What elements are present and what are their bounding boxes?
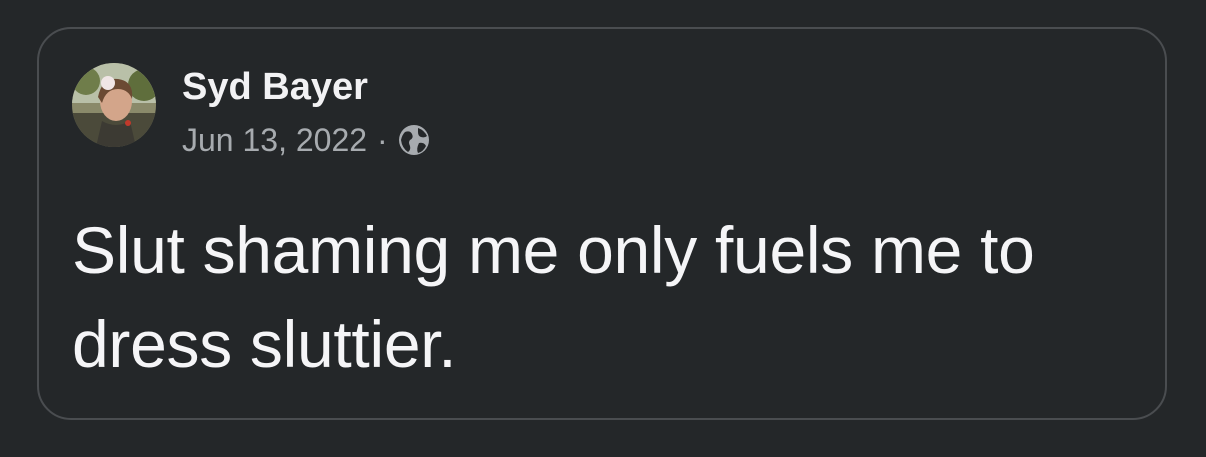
post-meta: Syd Bayer Jun 13, 2022 · — [182, 63, 432, 158]
author-name[interactable]: Syd Bayer — [182, 65, 432, 109]
globe-icon[interactable] — [396, 122, 432, 158]
separator-dot: · — [377, 122, 388, 158]
post-card: Syd Bayer Jun 13, 2022 · Slut shaming me… — [37, 27, 1167, 420]
post-header: Syd Bayer Jun 13, 2022 · — [72, 63, 432, 158]
post-body-text: Slut shaming me only fuels me to dress s… — [72, 213, 1035, 381]
post-subline: Jun 13, 2022 · — [182, 122, 432, 158]
avatar[interactable] — [72, 63, 156, 147]
avatar-photo — [72, 63, 156, 147]
post-date[interactable]: Jun 13, 2022 — [182, 122, 367, 158]
